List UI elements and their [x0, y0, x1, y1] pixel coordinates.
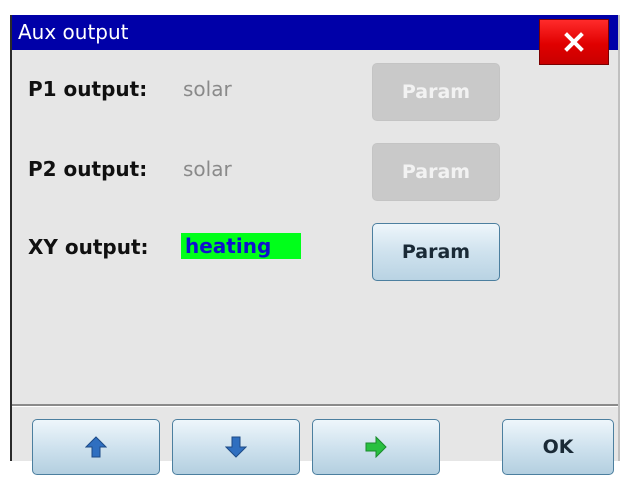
p1-output-label: P1 output: — [28, 77, 148, 101]
bottom-separator — [12, 404, 618, 407]
xy-output-value[interactable]: heating — [181, 233, 301, 259]
title-bar: Aux output — [12, 15, 618, 50]
ok-button[interactable]: OK — [502, 419, 614, 475]
aux-output-dialog: Aux output P1 output: solar Param P2 out… — [10, 15, 620, 475]
p2-param-button[interactable]: Param — [372, 143, 500, 201]
p1-output-value: solar — [183, 77, 232, 101]
p1-param-button[interactable]: Param — [372, 63, 500, 121]
next-button[interactable] — [312, 419, 440, 475]
p2-output-label: P2 output: — [28, 157, 148, 181]
move-up-button[interactable] — [32, 419, 160, 475]
close-icon — [564, 32, 584, 52]
arrow-up-icon — [85, 436, 107, 458]
ok-button-label: OK — [542, 436, 574, 458]
xy-output-label: XY output: — [28, 235, 149, 259]
window-title: Aux output — [18, 20, 129, 44]
arrow-right-icon — [365, 436, 387, 458]
close-button[interactable] — [539, 19, 609, 65]
move-down-button[interactable] — [172, 419, 300, 475]
p2-output-value: solar — [183, 157, 232, 181]
arrow-down-icon — [225, 436, 247, 458]
xy-param-button[interactable]: Param — [372, 223, 500, 281]
